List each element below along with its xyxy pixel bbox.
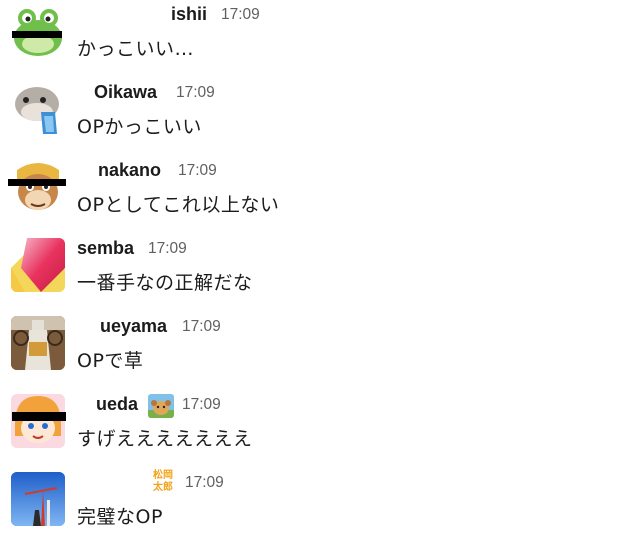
username[interactable]: Oikawa xyxy=(94,82,157,103)
pufferfish-avatar[interactable] xyxy=(11,82,65,136)
message-ueyama: ueyama 17:09 OPで草 xyxy=(0,312,624,382)
bottle-photo-avatar[interactable] xyxy=(11,316,65,370)
timestamp[interactable]: 17:09 xyxy=(176,84,215,102)
censor-bar xyxy=(8,179,66,186)
timestamp[interactable]: 17:09 xyxy=(221,6,260,24)
timestamp[interactable]: 17:09 xyxy=(185,474,224,492)
message-ueda: ueda 17:09 すげえええええええ xyxy=(0,390,624,460)
message-text: かっこいい… xyxy=(77,38,195,60)
message-text: OPで草 xyxy=(77,350,144,372)
message-text: OPとしてこれ以上ない xyxy=(77,194,280,216)
message-oikawa: Oikawa 17:09 OPかっこいい xyxy=(0,78,624,148)
timestamp[interactable]: 17:09 xyxy=(178,162,217,180)
username[interactable]: nakano xyxy=(98,160,161,181)
username[interactable]: ishii xyxy=(171,4,207,25)
timestamp[interactable]: 17:09 xyxy=(148,240,187,258)
message-text: すげえええええええ xyxy=(77,428,253,450)
timestamp[interactable]: 17:09 xyxy=(182,396,221,414)
timestamp[interactable]: 17:09 xyxy=(182,318,221,336)
sky-crane-avatar[interactable] xyxy=(11,472,65,526)
message-nakano: nakano 17:09 OPとしてこれ以上ない xyxy=(0,156,624,226)
cartoon-face-avatar[interactable] xyxy=(11,160,65,214)
message-semba: semba 17:09 一番手なの正解だな xyxy=(0,234,624,304)
message-ishii: ishii 17:09 かっこいい… xyxy=(0,0,624,70)
message-text: 完璧なOP xyxy=(77,506,163,528)
name-stamp-icon[interactable]: 松岡 太郎 xyxy=(150,470,176,496)
username[interactable]: ueyama xyxy=(100,316,167,337)
message-text: OPかっこいい xyxy=(77,116,202,138)
censor-bar xyxy=(12,412,66,421)
message-text: 一番手なの正解だな xyxy=(77,272,253,294)
username[interactable]: semba xyxy=(77,238,134,259)
gradient-logo-avatar[interactable] xyxy=(11,238,65,292)
censor-bar xyxy=(12,31,62,38)
anime-girl-avatar[interactable] xyxy=(11,394,65,448)
username[interactable]: ueda xyxy=(96,394,138,415)
dog-emoji-icon[interactable] xyxy=(148,394,174,418)
message-stamp-user: 松岡 太郎 17:09 完璧なOP xyxy=(0,468,624,538)
